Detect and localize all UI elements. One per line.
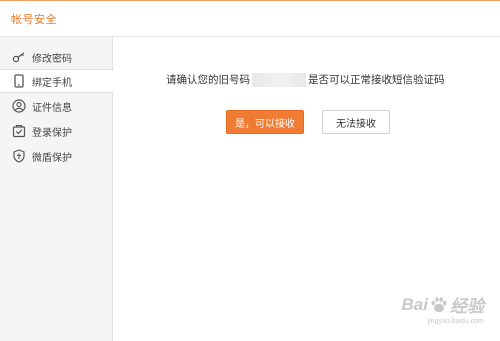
watermark-text-left: Bai [401, 294, 428, 314]
top-bar: 帐号安全 [0, 0, 500, 37]
paw-icon [431, 296, 447, 312]
sidebar-item-shield-protect[interactable]: 微盾保护 [0, 144, 113, 168]
prompt-text-after: 是否可以正常接收短信验证码 [308, 74, 445, 86]
id-user-icon [12, 99, 26, 113]
page-title: 帐号安全 [11, 13, 57, 26]
sidebar-item-label: 绑定手机 [32, 77, 72, 89]
prompt-text-before: 请确认您的旧号码 [166, 74, 250, 86]
sidebar: 修改密码 绑定手机 证件信息 登录保护 微盾保护 [0, 37, 114, 341]
sidebar-item-change-password[interactable]: 修改密码 [0, 45, 113, 69]
sidebar-item-login-protect[interactable]: 登录保护 [0, 119, 113, 143]
sidebar-item-label: 证件信息 [32, 102, 72, 114]
baidu-jingyan-watermark: Bai 经验 jingyan.baidu.com [401, 292, 484, 326]
sidebar-item-label: 修改密码 [32, 53, 72, 65]
phone-icon [12, 74, 26, 88]
login-protect-icon [12, 124, 26, 138]
watermark-url: jingyan.baidu.com [427, 318, 484, 325]
key-icon [12, 50, 26, 64]
sidebar-item-bind-phone[interactable]: 绑定手机 [0, 69, 114, 93]
shield-icon [12, 149, 26, 163]
sidebar-item-label: 微盾保护 [32, 152, 72, 164]
confirm-receive-button[interactable]: 是，可以接收 [226, 110, 304, 134]
verify-prompt: 请确认您的旧号码 是否可以正常接收短信验证码 [166, 72, 445, 87]
sidebar-item-label: 登录保护 [32, 127, 72, 139]
sidebar-item-id-info[interactable]: 证件信息 [0, 94, 113, 118]
watermark-text-right: 经验 [450, 297, 484, 316]
cannot-receive-button[interactable]: 无法接收 [322, 110, 390, 134]
masked-phone-number [252, 72, 306, 87]
